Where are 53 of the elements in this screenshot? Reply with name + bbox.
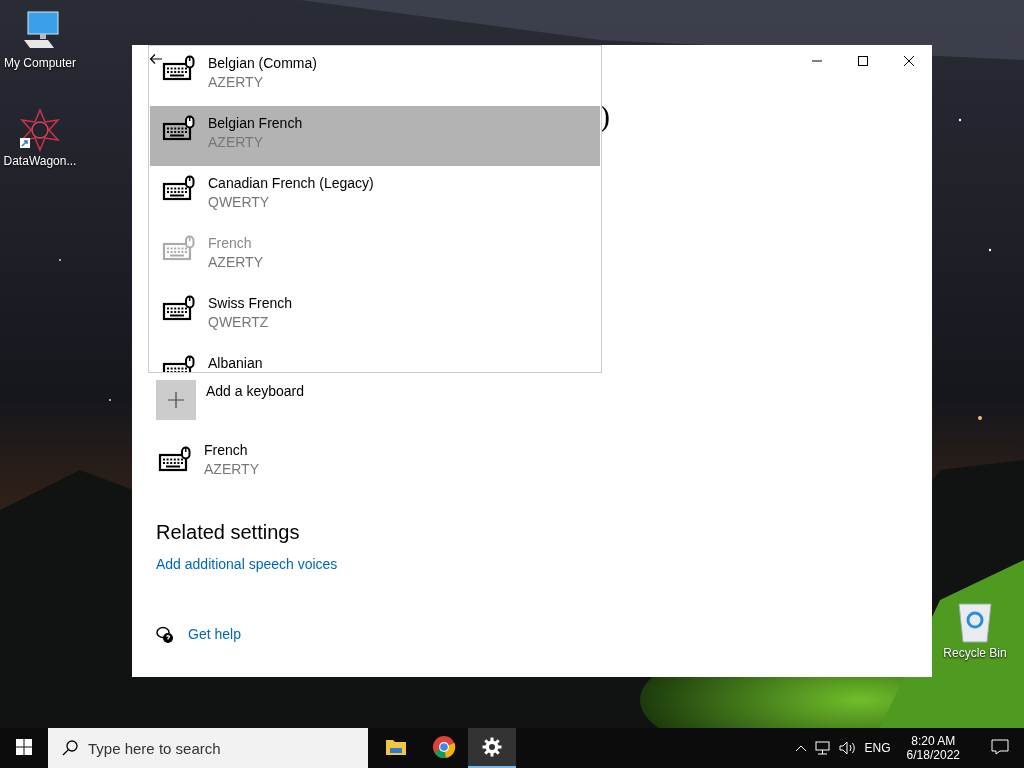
network-icon[interactable] <box>814 741 831 755</box>
plus-icon <box>167 391 185 409</box>
desktop-icon-label[interactable]: Recycle Bin <box>943 646 1007 660</box>
keyboard-icon <box>162 175 196 203</box>
section-heading: Related settings <box>156 521 301 544</box>
keyboard-option[interactable]: Belgian French AZERTY <box>150 106 600 166</box>
add-keyboard-label[interactable]: Add a keyboard <box>206 383 305 399</box>
close-icon <box>903 55 915 67</box>
language-indicator[interactable]: ENG <box>864 741 891 755</box>
keyboard-name: Swiss French <box>208 295 293 311</box>
search-icon <box>62 740 78 756</box>
help-chat-icon <box>156 626 174 644</box>
back-arrow-icon[interactable] <box>149 53 163 65</box>
keyboard-layout: AZERTY <box>208 134 264 150</box>
keyboard-icon <box>162 55 196 83</box>
clock-time[interactable]: 8:20 AM <box>911 734 956 748</box>
settings-link[interactable]: Add additional speech voices <box>156 556 338 572</box>
keyboard-icon <box>162 235 196 263</box>
keyboard-name: Albanian <box>208 355 263 371</box>
browser-icon <box>432 735 456 759</box>
maximize-icon <box>857 55 869 67</box>
search-field[interactable]: Type here to search <box>48 728 368 768</box>
keyboard-name: Belgian (Comma) <box>208 55 317 71</box>
keyboard-option[interactable]: Belgian (Comma) AZERTY <box>150 46 600 106</box>
keyboard-icon <box>162 295 196 323</box>
keyboard-option[interactable]: Albanian <box>150 346 600 372</box>
recycle-bin-icon[interactable] <box>955 600 995 644</box>
keyboard-name[interactable]: French <box>204 442 259 458</box>
keyboard-layout: QWERTY <box>208 194 271 210</box>
heading-fragment: ) <box>600 99 610 133</box>
keyboard-icon <box>158 445 192 474</box>
keyboard-option[interactable]: Swiss French QWERTZ <box>150 286 600 346</box>
taskbar-app-button[interactable] <box>468 728 516 768</box>
star-pattern-icon[interactable] <box>18 108 62 152</box>
folder-icon <box>385 737 407 757</box>
keyboard-name: Canadian French (Legacy) <box>208 175 374 191</box>
windows-icon <box>16 739 32 755</box>
keyboard-layout: AZERTY <box>208 74 264 90</box>
keyboard-layout: QWERTZ <box>208 314 270 330</box>
keyboard-layout: AZERTY <box>208 254 263 270</box>
desktop-icon-label[interactable]: DataWagon... <box>3 154 77 168</box>
keyboard-icon <box>162 115 196 143</box>
get-help-link[interactable]: Get help <box>188 626 241 642</box>
desktop-icon-label[interactable]: My Computer <box>4 56 76 70</box>
keyboard-option[interactable]: Canadian French (Legacy) QWERTY <box>150 166 600 226</box>
volume-icon[interactable] <box>838 741 857 755</box>
notification-icon <box>991 739 1009 755</box>
keyboard-layout: AZERTY <box>204 461 259 477</box>
settings-icon <box>482 737 502 757</box>
clock-date[interactable]: 6/18/2022 <box>906 748 960 762</box>
keyboard-name: French <box>208 235 253 251</box>
chevron-up-icon[interactable] <box>794 744 807 752</box>
keyboard-name: Belgian French <box>208 115 303 131</box>
